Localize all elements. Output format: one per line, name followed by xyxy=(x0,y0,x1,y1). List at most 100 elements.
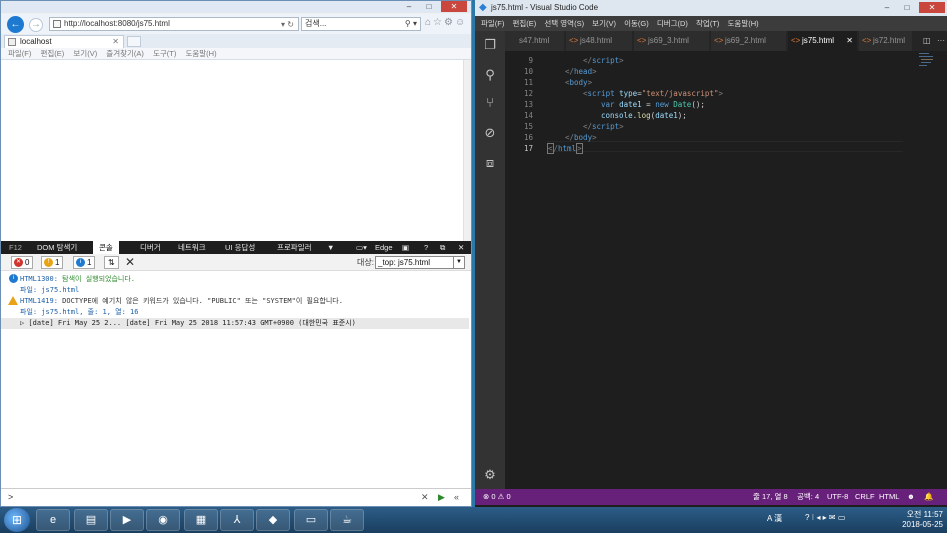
console-icon[interactable]: ▣ xyxy=(402,241,409,254)
language-mode[interactable]: HTML xyxy=(879,489,899,505)
extensions-icon[interactable]: ⧈ xyxy=(482,155,498,171)
tab-debugger[interactable]: 디버거 xyxy=(140,241,161,254)
search-icon[interactable]: ⚲ ▾ xyxy=(405,18,417,30)
menu-go[interactable]: 이동(G) xyxy=(624,19,649,28)
refresh-icon[interactable]: ▾ ↻ xyxy=(281,19,294,31)
minimize-button[interactable]: – xyxy=(877,2,897,13)
editor-tab[interactable]: <> js48.html xyxy=(566,31,633,51)
bell-icon[interactable]: 🔔 xyxy=(924,489,933,505)
code-editor[interactable]: 9 10 11 12 13 14 15 16 17 </script> </he… xyxy=(505,51,947,489)
help-icon[interactable]: ? xyxy=(424,241,428,254)
internet-explorer-icon[interactable]: e xyxy=(36,509,70,531)
split-editor-icon[interactable]: ◫ xyxy=(923,31,931,51)
menu-view[interactable]: 보기(V) xyxy=(592,19,616,28)
vscode-icon[interactable]: ◆ xyxy=(256,509,290,531)
clock-time[interactable]: 오전 11:57 xyxy=(883,509,943,520)
edge-mode[interactable]: Edge xyxy=(375,241,393,254)
media-player-icon[interactable]: ▶ xyxy=(110,509,144,531)
page-scrollbar[interactable] xyxy=(463,60,471,241)
clear-console-icon[interactable]: ✕ xyxy=(125,255,135,269)
menu-tools[interactable]: 도구(T) xyxy=(153,49,176,58)
vscode-titlebar[interactable]: ◆ js75.html - Visual Studio Code – □ ✕ xyxy=(475,0,947,16)
search-input[interactable]: 검색... ⚲ ▾ xyxy=(301,17,421,31)
close-devtools-icon[interactable]: ✕ xyxy=(458,241,464,254)
tab-console[interactable]: 콘솔 xyxy=(93,241,119,254)
menu-debug[interactable]: 디버그(D) xyxy=(657,19,688,28)
maximize-button[interactable]: □ xyxy=(419,1,439,12)
menu-help[interactable]: 도움말(H) xyxy=(728,19,759,28)
message-file-link[interactable]: 파일: js75.html, 줄: 1, 열: 16 xyxy=(20,307,138,317)
problems-indicator[interactable]: ⊗ 0 ⚠ 0 xyxy=(483,489,511,505)
tab-network[interactable]: 네트워크 xyxy=(178,241,206,254)
menu-selection[interactable]: 선택 영역(S) xyxy=(544,19,584,28)
emulation-icon[interactable]: ▭▾ xyxy=(356,241,367,254)
ime-indicator[interactable]: A 漢 xyxy=(767,513,782,524)
editor-tab[interactable]: <> js69_2.html xyxy=(711,31,787,51)
clock-date[interactable]: 2018-05-25 xyxy=(883,520,943,529)
tray-icons[interactable]: ? ⁝ ◂ ▸ ✉ ▭ xyxy=(805,513,845,522)
explorer-icon[interactable]: ❐ xyxy=(482,37,498,53)
menu-file[interactable]: 파일(F) xyxy=(481,19,504,28)
message-file-link[interactable]: 파일: js75.html xyxy=(20,285,79,295)
menu-favorites[interactable]: 즐겨찾기(A) xyxy=(106,49,144,58)
home-icon[interactable]: ⌂ xyxy=(425,17,433,28)
warnings-filter[interactable]: ! 1 xyxy=(41,256,64,269)
bandizip-icon[interactable]: ▦ xyxy=(184,509,218,531)
gear-icon[interactable]: ⚙ xyxy=(444,17,455,28)
minimap[interactable] xyxy=(917,51,939,91)
run-icon[interactable]: ▶ xyxy=(438,489,445,505)
source-control-icon[interactable]: ⑂ xyxy=(482,95,498,111)
file-explorer-icon[interactable]: ▤ xyxy=(74,509,108,531)
tab-ui-responsiveness[interactable]: UI 응답성 xyxy=(225,241,255,254)
search-icon[interactable]: ⚲ xyxy=(482,67,498,83)
smiley-icon[interactable]: ☺ xyxy=(455,17,467,28)
close-button[interactable]: ✕ xyxy=(441,1,467,12)
close-tab-icon[interactable]: ✕ xyxy=(112,36,119,48)
java-icon[interactable]: ☕ xyxy=(330,509,364,531)
ie-titlebar[interactable]: – □ ✕ xyxy=(1,1,471,13)
terminal-icon[interactable]: ▭ xyxy=(294,509,328,531)
pdf-reader-icon[interactable]: ⅄ xyxy=(220,509,254,531)
back-button[interactable]: ← xyxy=(7,16,24,33)
gear-icon[interactable]: ⚙ xyxy=(482,467,498,483)
chrome-icon[interactable]: ◉ xyxy=(146,509,180,531)
forward-button[interactable]: → xyxy=(29,18,43,32)
favorites-icon[interactable]: ☆ xyxy=(433,17,444,28)
errors-filter[interactable]: ✕ 0 xyxy=(11,256,34,269)
console-input[interactable]: > ✕ ▶ « xyxy=(1,488,471,506)
editor-tab[interactable]: <> js72.html xyxy=(859,31,913,51)
editor-tab[interactable]: <> js69_3.html xyxy=(634,31,710,51)
new-tab-button[interactable] xyxy=(127,36,141,47)
line-ending[interactable]: CRLF xyxy=(855,489,875,505)
filter-icon[interactable]: ⇅ xyxy=(104,256,119,269)
menu-view[interactable]: 보기(V) xyxy=(73,49,97,58)
cursor-position[interactable]: 줄 17, 열 8 xyxy=(753,489,788,505)
info-filter[interactable]: i1 xyxy=(73,256,96,269)
clear-input-icon[interactable]: ✕ xyxy=(421,489,429,505)
tab-dom-explorer[interactable]: DOM 탐색기 xyxy=(37,241,77,254)
editor-tab-active[interactable]: <> js75.html ✕ xyxy=(788,31,858,51)
target-select[interactable]: _top: js75.html ▼ xyxy=(375,256,465,269)
start-button[interactable]: ⊞ xyxy=(4,508,30,532)
menu-tasks[interactable]: 작업(T) xyxy=(696,19,719,28)
more-tabs-icon[interactable]: ▼ xyxy=(327,241,334,254)
close-button[interactable]: ✕ xyxy=(919,2,945,13)
ie-tab[interactable]: localhost ✕ xyxy=(4,35,124,48)
menu-edit[interactable]: 편집(E) xyxy=(512,19,536,28)
console-log-row[interactable]: ▷ [date] Fri May 25 2... [date] Fri May … xyxy=(1,318,469,329)
maximize-button[interactable]: □ xyxy=(897,2,917,13)
close-tab-icon[interactable]: ✕ xyxy=(846,31,853,51)
undock-icon[interactable]: ⧉ xyxy=(440,241,445,254)
encoding[interactable]: UTF-8 xyxy=(827,489,848,505)
menu-file[interactable]: 파일(F) xyxy=(8,49,31,58)
indentation[interactable]: 공백: 4 xyxy=(797,489,819,505)
menu-edit[interactable]: 편집(E) xyxy=(40,49,64,58)
more-actions-icon[interactable]: ··· xyxy=(937,31,945,51)
feedback-icon[interactable]: ☻ xyxy=(907,489,915,505)
minimize-button[interactable]: – xyxy=(399,1,419,12)
address-bar[interactable]: http://localhost:8080/js75.html ▾ ↻ xyxy=(49,17,299,31)
debug-icon[interactable]: ⊘ xyxy=(482,125,498,141)
editor-tab[interactable]: s47.html xyxy=(505,31,565,51)
menu-help[interactable]: 도움말(H) xyxy=(185,49,216,58)
tab-profiler[interactable]: 프로파일러 xyxy=(277,241,312,254)
